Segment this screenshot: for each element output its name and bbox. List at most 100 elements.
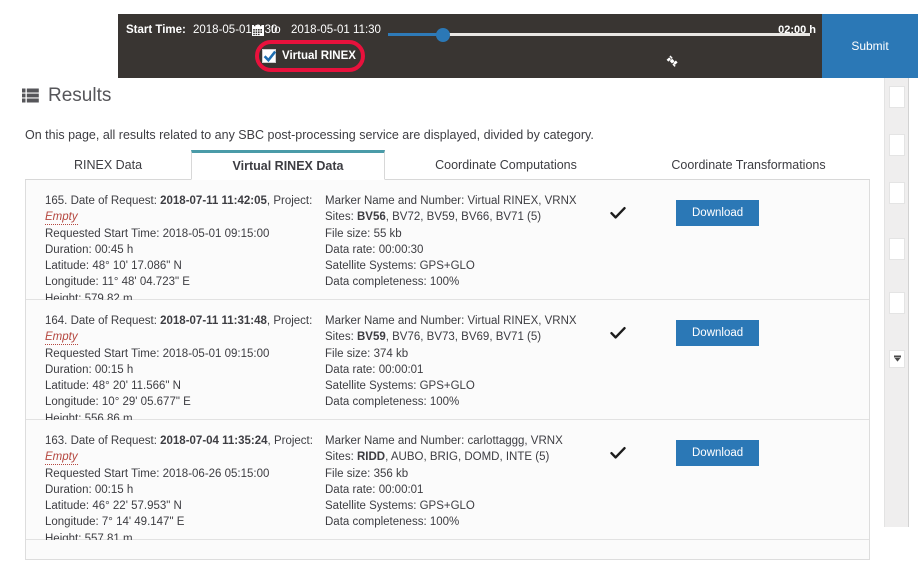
date-of-request-label: Date of Request: xyxy=(70,315,157,327)
duration-slider[interactable] xyxy=(388,28,810,42)
satellite-systems: Satellite Systems: GPS+GLO xyxy=(325,500,475,513)
result-index: 165. xyxy=(45,195,68,207)
duration: Duration: 00:15 h xyxy=(45,363,134,376)
marker-name-and-number: Marker Name and Number: carlottaggg, VRN… xyxy=(325,435,563,447)
result-details-column: Marker Name and Number: Virtual RINEX, V… xyxy=(325,313,590,411)
date-of-request-label: Date of Request: xyxy=(70,435,157,447)
project-value-link[interactable]: Empty xyxy=(45,211,78,226)
data-completeness: Data completeness: 100% xyxy=(325,516,460,529)
scrollbar-marker xyxy=(889,182,905,204)
to-label: to xyxy=(271,24,281,36)
tab-coordinate-transformations[interactable]: Coordinate Transformations xyxy=(627,150,870,179)
page-scrollbar[interactable] xyxy=(884,78,922,567)
project-value-link[interactable]: Empty xyxy=(45,451,78,466)
result-index: 164. xyxy=(45,315,68,327)
date-of-request-value: 2018-07-11 11:31:48 xyxy=(160,315,267,327)
check-icon xyxy=(610,205,630,225)
tab-rinex-data[interactable]: RINEX Data xyxy=(25,150,191,179)
result-details-column: Marker Name and Number: carlottaggg, VRN… xyxy=(325,433,590,531)
sites-primary: RIDD xyxy=(356,451,386,464)
download-button[interactable]: Download xyxy=(676,440,760,466)
duration-value: 02:00 h xyxy=(778,24,816,36)
tab-virtual-rinex-data[interactable]: Virtual RINEX Data xyxy=(191,150,385,180)
app-root: Norwich NIEDERSACHSEN Start Time: 2018-0… xyxy=(0,0,922,567)
data-rate: Data rate: 00:00:30 xyxy=(325,243,424,256)
page-description: On this page, all results related to any… xyxy=(25,128,594,142)
scrollbar-track[interactable] xyxy=(884,78,909,527)
project-label: Project: xyxy=(273,315,313,327)
slider-track-remainder xyxy=(443,33,810,36)
request-toolbar: Start Time: 2018-05-01 9:30 to 2018-05-0… xyxy=(118,14,918,103)
tab-label: Coordinate Computations xyxy=(435,158,577,172)
sites-rest: , BV72, BV59, BV66, BV71 (5) xyxy=(385,211,542,224)
calendar-icon[interactable] xyxy=(252,23,264,36)
longitude: Longitude: 7° 14' 49.147" E xyxy=(45,516,185,529)
table-row xyxy=(26,540,869,559)
file-size: File size: 55 kb xyxy=(325,227,402,240)
scrollbar-marker xyxy=(889,238,905,260)
slider-thumb[interactable] xyxy=(436,28,450,42)
file-size: File size: 356 kb xyxy=(325,467,409,480)
scrollbar-down-button[interactable] xyxy=(889,350,905,368)
sites-label: Sites: xyxy=(325,451,354,464)
list-bars-icon xyxy=(22,88,39,103)
virtual-rinex-label: Virtual RINEX xyxy=(282,50,356,62)
project-label: Project: xyxy=(273,195,313,207)
download-cell: Download xyxy=(676,440,760,466)
start-time-value[interactable]: 2018-05-01 9:30 xyxy=(193,24,277,37)
page-title: Results xyxy=(22,86,111,105)
requested-start-time: Requested Start Time: 2018-05-01 09:15:0… xyxy=(45,227,270,240)
submit-button[interactable]: Submit xyxy=(822,14,918,78)
file-size: File size: 374 kb xyxy=(325,347,409,360)
table-row: 163. Date of Request: 2018-07-04 11:35:2… xyxy=(26,420,869,545)
data-rate: Data rate: 00:00:01 xyxy=(325,483,424,496)
satellite-systems: Satellite Systems: GPS+GLO xyxy=(325,260,475,273)
requested-start-time: Requested Start Time: 2018-05-01 09:15:0… xyxy=(45,347,270,360)
latitude: Latitude: 48° 10' 17.086" N xyxy=(45,260,182,273)
data-completeness: Data completeness: 100% xyxy=(325,396,460,409)
longitude: Longitude: 11° 48' 04.723" E xyxy=(45,276,190,289)
results-page: Results On this page, all results relate… xyxy=(0,78,894,567)
tab-label: Coordinate Transformations xyxy=(671,158,826,172)
satellite-icon xyxy=(666,55,679,68)
scrollbar-marker xyxy=(889,86,905,108)
satellite-systems: Satellite Systems: GPS+GLO xyxy=(325,380,475,393)
check-icon xyxy=(610,325,630,345)
page-title-text: Results xyxy=(48,85,112,106)
marker-name-and-number: Marker Name and Number: Virtual RINEX, V… xyxy=(325,315,577,327)
longitude: Longitude: 10° 29' 05.677" E xyxy=(45,396,191,409)
result-summary-column: 164. Date of Request: 2018-07-11 11:31:4… xyxy=(45,313,323,427)
date-of-request-value: 2018-07-04 11:35:24 xyxy=(160,435,268,447)
end-time-value[interactable]: 2018-05-01 11:30 xyxy=(291,24,381,37)
project-value-link[interactable]: Empty xyxy=(45,331,78,346)
requested-start-time: Requested Start Time: 2018-06-26 05:15:0… xyxy=(45,467,270,480)
results-list: 165. Date of Request: 2018-07-11 11:42:0… xyxy=(25,180,870,560)
download-cell: Download xyxy=(676,200,760,226)
slider-track-filled xyxy=(388,33,443,36)
result-index: 163. xyxy=(45,435,68,447)
sites-primary: BV56 xyxy=(356,211,386,224)
virtual-rinex-checkbox[interactable] xyxy=(262,49,277,63)
latitude: Latitude: 48° 20' 11.566" N xyxy=(45,380,181,393)
data-rate: Data rate: 00:00:01 xyxy=(325,363,424,376)
sites-rest: , BV76, BV73, BV69, BV71 (5) xyxy=(385,331,542,344)
marker-name-and-number: Marker Name and Number: Virtual RINEX, V… xyxy=(325,195,577,207)
results-tabs: RINEX Data Virtual RINEX Data Coordinate… xyxy=(25,150,870,180)
sites-primary: BV59 xyxy=(356,331,386,344)
download-button[interactable]: Download xyxy=(676,320,760,346)
virtual-rinex-checkbox-group[interactable]: Virtual RINEX xyxy=(262,46,356,66)
result-details-column: Marker Name and Number: Virtual RINEX, V… xyxy=(325,193,590,291)
table-row: 164. Date of Request: 2018-07-11 11:31:4… xyxy=(26,300,869,425)
project-label: Project: xyxy=(273,435,313,447)
check-icon xyxy=(610,445,630,465)
sites-label: Sites: xyxy=(325,331,354,344)
duration: Duration: 00:15 h xyxy=(45,483,134,496)
download-cell: Download xyxy=(676,320,760,346)
data-completeness: Data completeness: 100% xyxy=(325,276,460,289)
result-summary-column: 163. Date of Request: 2018-07-04 11:35:2… xyxy=(45,433,323,547)
tab-coordinate-computations[interactable]: Coordinate Computations xyxy=(385,150,627,179)
chevron-down-icon xyxy=(893,350,902,368)
download-button[interactable]: Download xyxy=(676,200,760,226)
sites-label: Sites: xyxy=(325,211,354,224)
start-time-label: Start Time: xyxy=(126,24,186,36)
